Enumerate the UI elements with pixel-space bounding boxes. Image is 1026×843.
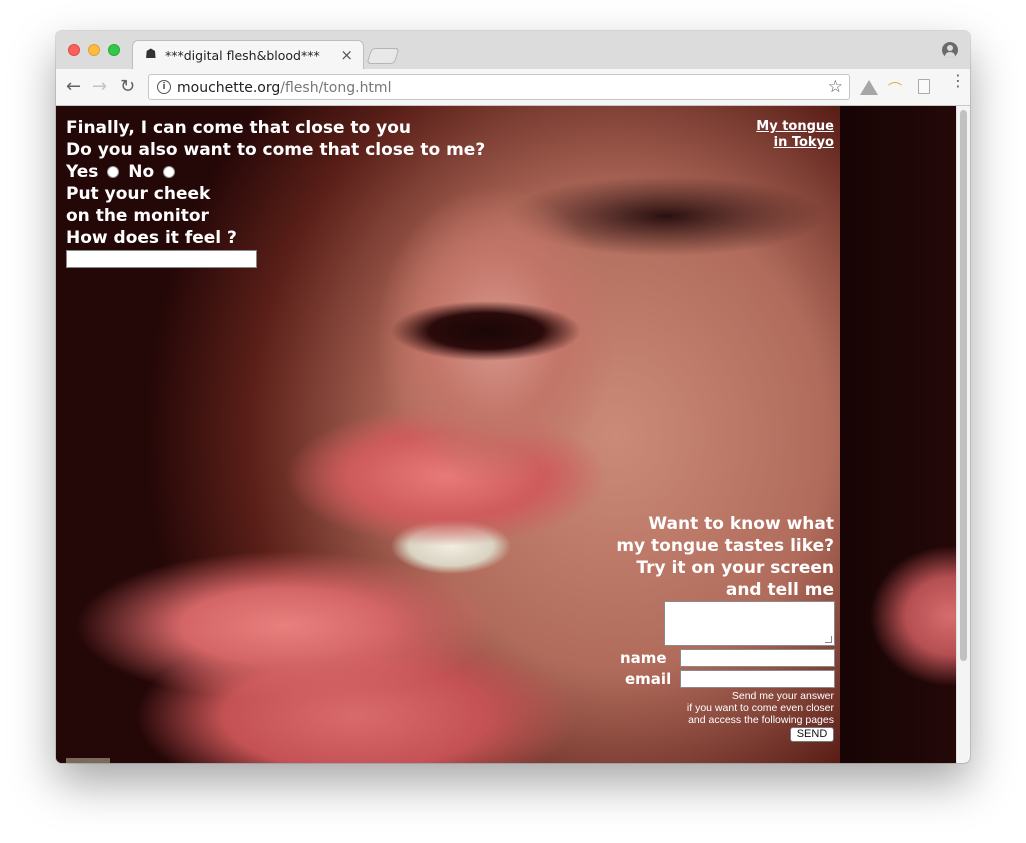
tab-title: ***digital flesh&blood*** <box>165 48 320 63</box>
link-in-tokyo[interactable]: in Tokyo <box>756 135 834 151</box>
intro-line: Do you also want to come that close to m… <box>66 140 486 160</box>
maximize-window-button[interactable] <box>108 44 120 56</box>
new-tab-button[interactable] <box>366 48 400 64</box>
forward-arrow-icon[interactable]: → <box>92 77 107 97</box>
top-links: My tongue in Tokyo <box>756 119 834 151</box>
info-icon[interactable]: i <box>157 80 171 94</box>
yes-label: Yes <box>66 162 99 182</box>
name-field[interactable] <box>680 649 835 667</box>
url-text[interactable]: mouchette.org/flesh/tong.html <box>177 80 391 96</box>
taste-text-block: Want to know what my tongue tastes like?… <box>616 513 834 601</box>
vertical-scrollbar[interactable] <box>956 106 970 763</box>
close-tab-icon[interactable]: × <box>340 46 353 64</box>
resize-handle-icon[interactable] <box>825 636 832 643</box>
cheek-line: How does it feel ? <box>66 228 237 248</box>
intro-line: Finally, I can come that close to you <box>66 118 412 138</box>
profile-icon[interactable] <box>942 42 958 58</box>
name-label: name <box>620 649 667 667</box>
address-bar[interactable]: i mouchette.org/flesh/tong.html ☆ <box>148 74 850 100</box>
url-domain: mouchette.org <box>177 80 281 96</box>
close-window-button[interactable] <box>68 44 80 56</box>
feel-input[interactable] <box>66 250 257 268</box>
browser-window: ☗ ***digital flesh&blood*** × ← → ↻ i mo… <box>56 31 970 763</box>
browser-toolbar: ← → ↻ i mouchette.org/flesh/tong.html ☆ … <box>56 69 970 106</box>
url-path: /flesh/tong.html <box>280 80 392 96</box>
drive-extension-icon[interactable] <box>860 80 878 95</box>
send-button[interactable]: SEND <box>790 727 834 742</box>
no-radio[interactable] <box>163 166 176 178</box>
note-line: and access the following pages <box>688 714 834 726</box>
taste-line: Try it on your screen <box>636 558 834 578</box>
note-line: if you want to come even closer <box>686 702 834 714</box>
background-photo-repeat <box>840 106 956 763</box>
minimize-window-button[interactable] <box>88 44 100 56</box>
page-extension-icon[interactable] <box>918 79 930 94</box>
figure-icon: ☗ <box>145 47 157 62</box>
back-arrow-icon[interactable]: ← <box>66 77 81 97</box>
taste-line: Want to know what <box>648 514 834 534</box>
rainbow-extension-icon[interactable]: ⌒ <box>888 79 904 98</box>
tab-strip: ☗ ***digital flesh&blood*** × <box>56 31 970 69</box>
scrollbar-thumb[interactable] <box>960 110 967 661</box>
no-label: No <box>128 162 155 182</box>
cheek-line: Put your cheek <box>66 184 211 204</box>
bookmark-star-icon[interactable]: ☆ <box>828 77 843 97</box>
tab-active[interactable]: ☗ ***digital flesh&blood*** × <box>132 40 364 69</box>
yes-no-row: Yes No <box>66 161 485 183</box>
note-line: Send me your answer <box>731 690 834 702</box>
taste-line: my tongue tastes like? <box>616 536 834 556</box>
send-note: Send me your answer if you want to come … <box>687 690 834 726</box>
reload-icon[interactable]: ↻ <box>120 77 135 97</box>
email-label: email <box>625 670 672 688</box>
yes-radio[interactable] <box>107 166 120 178</box>
bottom-image-fragment <box>66 758 110 763</box>
taste-line: and tell me <box>725 580 834 600</box>
email-field[interactable] <box>680 670 835 688</box>
cheek-line: on the monitor <box>66 206 209 226</box>
intro-text-block: Finally, I can come that close to you Do… <box>66 117 485 249</box>
taste-textarea[interactable] <box>664 601 835 646</box>
page-viewport: Finally, I can come that close to you Do… <box>56 106 970 763</box>
menu-dots-icon[interactable]: ⋮ <box>950 73 966 89</box>
link-my-tongue[interactable]: My tongue <box>756 119 834 135</box>
